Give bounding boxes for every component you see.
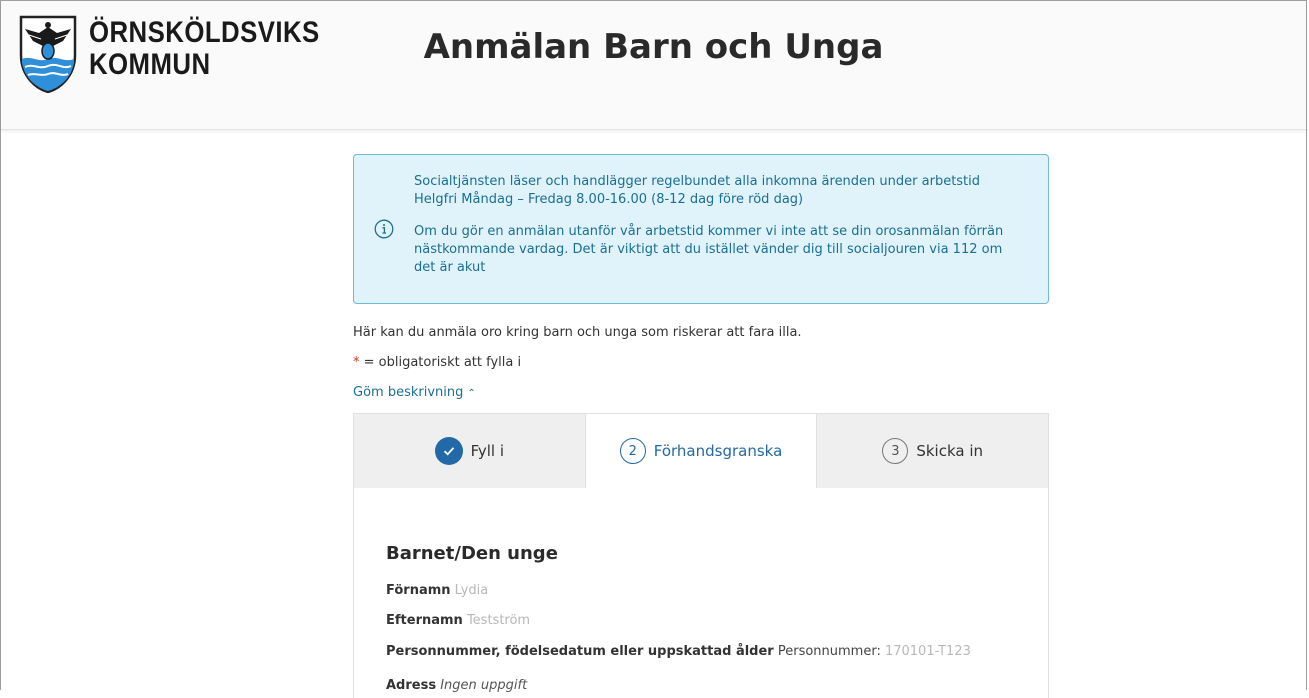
field-address: Adress Ingen uppgift	[386, 678, 527, 693]
step-2-label: Förhandsgranska	[653, 442, 783, 460]
page-title: Anmälan Barn och Unga	[423, 27, 884, 67]
info-alert: Socialtjänsten läser och handlägger rege…	[353, 154, 1049, 304]
field-last-name: Efternamn Testström	[386, 613, 530, 628]
info-text: Socialtjänsten läser och handlägger rege…	[414, 173, 1024, 291]
field-value: Lydia	[454, 583, 489, 598]
field-first-name: Förnamn Lydia	[386, 583, 488, 598]
info-paragraph-hours: Socialtjänsten läser och handlägger rege…	[414, 174, 981, 207]
step-submit[interactable]: 3 Skicka in	[817, 414, 1049, 488]
toggle-label: Göm beskrivning	[353, 385, 464, 400]
field-value: Testström	[466, 613, 531, 628]
section-title: Barnet/Den unge	[386, 543, 558, 564]
info-paragraph-urgent: Om du gör en anmälan utanför vår arbetst…	[414, 224, 1004, 275]
step-3-number: 3	[882, 438, 909, 464]
field-label: Efternamn	[386, 613, 463, 628]
field-personal-number: Personnummer, födelsedatum eller uppskat…	[386, 644, 971, 659]
chevron-up-icon: ⌃	[467, 388, 476, 399]
intro-description: Här kan du anmäla oro kring barn och ung…	[353, 325, 802, 340]
field-label: Personnummer, födelsedatum eller uppskat…	[386, 644, 774, 659]
main-content: Socialtjänsten läser och handlägger rege…	[353, 154, 1049, 415]
field-label: Förnamn	[386, 583, 451, 598]
step-fill-in[interactable]: Fyll i	[354, 414, 585, 488]
field-value: Ingen uppgift	[440, 678, 528, 693]
field-label: Adress	[386, 678, 437, 693]
step-2-number: 2	[619, 438, 646, 464]
required-legend: * = obligatoriskt att fylla i	[353, 354, 1049, 372]
required-text: = obligatoriskt att fylla i	[359, 355, 522, 370]
step-preview[interactable]: 2 Förhandsgranska	[584, 414, 818, 488]
form-intro: Här kan du anmäla oro kring barn och ung…	[353, 324, 1049, 403]
field-prefix: Personnummer:	[777, 644, 881, 659]
site-header: ÖRNSKÖLDSVIKS KOMMUN Anmälan Barn och Un…	[1, 1, 1306, 130]
preview-panel: Barnet/Den unge Förnamn Lydia Efternamn …	[353, 488, 1049, 698]
step-3-label: Skicka in	[916, 442, 984, 460]
info-icon	[374, 219, 394, 239]
step-indicator: Fyll i 2 Förhandsgranska 3 Skicka in	[353, 413, 1049, 488]
field-value: 170101-T123	[884, 644, 971, 659]
hide-description-toggle[interactable]: Göm beskrivning ⌃	[353, 384, 1049, 403]
checkmark-icon	[434, 437, 463, 465]
step-1-label: Fyll i	[470, 442, 505, 460]
